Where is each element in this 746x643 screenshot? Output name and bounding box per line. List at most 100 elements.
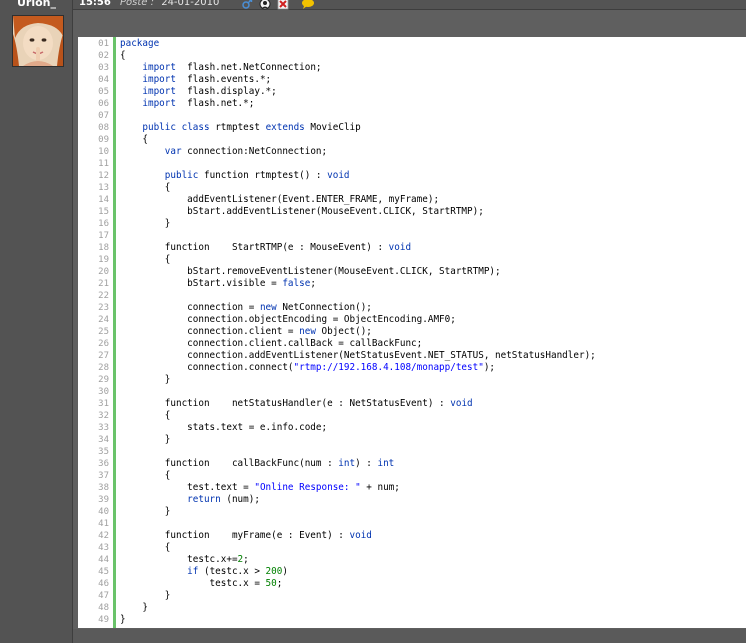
code-text: if (testc.x > 200) — [120, 566, 288, 578]
code-token: return — [187, 494, 221, 505]
avatar[interactable] — [12, 15, 64, 67]
code-line: 17 — [78, 230, 746, 242]
code-token: import — [142, 86, 176, 97]
code-line: 04 import flash.events.*; — [78, 74, 746, 86]
line-number: 31 — [98, 399, 109, 409]
code-token: function netStatusHandler(e : NetStatusE… — [120, 398, 451, 409]
code-token: flash.events.*; — [175, 74, 272, 85]
line-number: 41 — [98, 519, 109, 529]
code-line: 33 stats.text = e.info.code; — [78, 422, 746, 434]
line-number: 05 — [98, 87, 109, 97]
code-line: 08 public class rtmptest extends MovieCl… — [78, 122, 746, 134]
code-line: 06 import flash.net.*; — [78, 98, 746, 110]
code-token: } — [120, 602, 148, 613]
code-token: { — [120, 470, 171, 481]
line-number: 07 — [98, 111, 109, 121]
code-line: 10 var connection:NetConnection; — [78, 146, 746, 158]
code-token: } — [120, 434, 171, 445]
line-number: 33 — [98, 423, 109, 433]
code-block[interactable]: 01 package 02 {03 import flash.net.NetConne… — [78, 37, 746, 628]
code-token: ; — [276, 578, 283, 589]
code-text: connection = new NetConnection(); — [120, 302, 372, 314]
code-token: 200 — [265, 566, 283, 577]
code-text: bStart.visible = false; — [120, 278, 316, 290]
code-text: { — [120, 410, 171, 422]
line-number: 24 — [98, 315, 109, 325]
username[interactable]: Urion_ — [17, 0, 56, 9]
code-text: { — [120, 542, 171, 554]
code-token: var — [164, 146, 182, 157]
male-gender-icon — [241, 0, 253, 9]
code-line: 48 } — [78, 602, 746, 614]
code-line: 14 addEventListener(Event.ENTER_FRAME, m… — [78, 194, 746, 206]
line-number: 02 — [98, 51, 109, 61]
code-line: 36 function callBackFunc(num : int) : in… — [78, 458, 746, 470]
code-line: 35 — [78, 446, 746, 458]
code-token: "Online Response: " — [254, 482, 361, 493]
line-number: 43 — [98, 543, 109, 553]
code-token: } — [120, 590, 171, 601]
delete-report-icon[interactable] — [277, 0, 289, 10]
code-line: 49} — [78, 614, 746, 626]
code-line: 25 connection.client = new Object(); — [78, 326, 746, 338]
contact-card-icon[interactable] — [259, 0, 271, 10]
code-line: 05 import flash.display.*; — [78, 86, 746, 98]
code-line: 28 connection.connect("rtmp://192.168.4.… — [78, 362, 746, 374]
code-token: void — [450, 398, 473, 409]
code-line: 26 connection.client.callBack = callBack… — [78, 338, 746, 350]
line-number: 21 — [98, 279, 109, 289]
code-token: connection.objectEncoding = ObjectEncodi… — [120, 314, 456, 325]
line-number: 23 — [98, 303, 109, 313]
code-text: { — [120, 134, 148, 146]
line-number: 30 — [98, 387, 109, 397]
line-number: 06 — [98, 99, 109, 109]
line-number: 01 — [98, 39, 109, 49]
code-text: } — [120, 506, 171, 518]
code-token: } — [120, 374, 171, 385]
code-token: } — [120, 218, 171, 229]
code-token: if — [187, 566, 199, 577]
code-line: 31 function netStatusHandler(e : NetStat… — [78, 398, 746, 410]
code-token: ); — [483, 362, 496, 373]
quote-bubble-icon[interactable] — [301, 0, 314, 9]
code-token: ; — [243, 554, 249, 565]
code-token: function callBackFunc(num : — [120, 458, 339, 469]
code-token: import — [142, 62, 176, 73]
code-line: 40 } — [78, 506, 746, 518]
code-line: 45 if (testc.x > 200) — [78, 566, 746, 578]
code-text: function myFrame(e : Event) : void — [120, 530, 372, 542]
code-token: connection = — [120, 302, 260, 313]
code-token: bStart.visible = — [120, 278, 283, 289]
code-line: 39 return (num); — [78, 494, 746, 506]
code-token: connection.client.callBack = callBackFun… — [120, 338, 423, 349]
author-column: Urion_ — [0, 0, 72, 643]
code-line: 41 — [78, 518, 746, 530]
code-line: 47 } — [78, 590, 746, 602]
code-text: bStart.addEventListener(MouseEvent.CLICK… — [120, 206, 484, 218]
code-text: package — [120, 38, 159, 50]
code-token: (num); — [220, 494, 260, 505]
code-text: import flash.display.*; — [120, 86, 276, 98]
code-token: NetConnection(); — [276, 302, 372, 313]
code-token: connection.connect( — [120, 362, 294, 373]
code-line: 24 connection.objectEncoding = ObjectEnc… — [78, 314, 746, 326]
code-token: rtmptest — [209, 122, 266, 133]
code-token: import — [142, 74, 176, 85]
code-line: 13 { — [78, 182, 746, 194]
line-number: 09 — [98, 135, 109, 145]
code-text: testc.x+=2; — [120, 554, 249, 566]
code-text: } — [120, 602, 148, 614]
line-number: 19 — [98, 255, 109, 265]
line-number: 25 — [98, 327, 109, 337]
code-line: 44 testc.x+=2; — [78, 554, 746, 566]
code-token: } — [120, 614, 126, 625]
line-number: 26 — [98, 339, 109, 349]
code-token: ) : — [355, 458, 378, 469]
line-number: 03 — [98, 63, 109, 73]
code-token: flash.net.NetConnection; — [175, 62, 322, 73]
line-number: 17 — [98, 231, 109, 241]
